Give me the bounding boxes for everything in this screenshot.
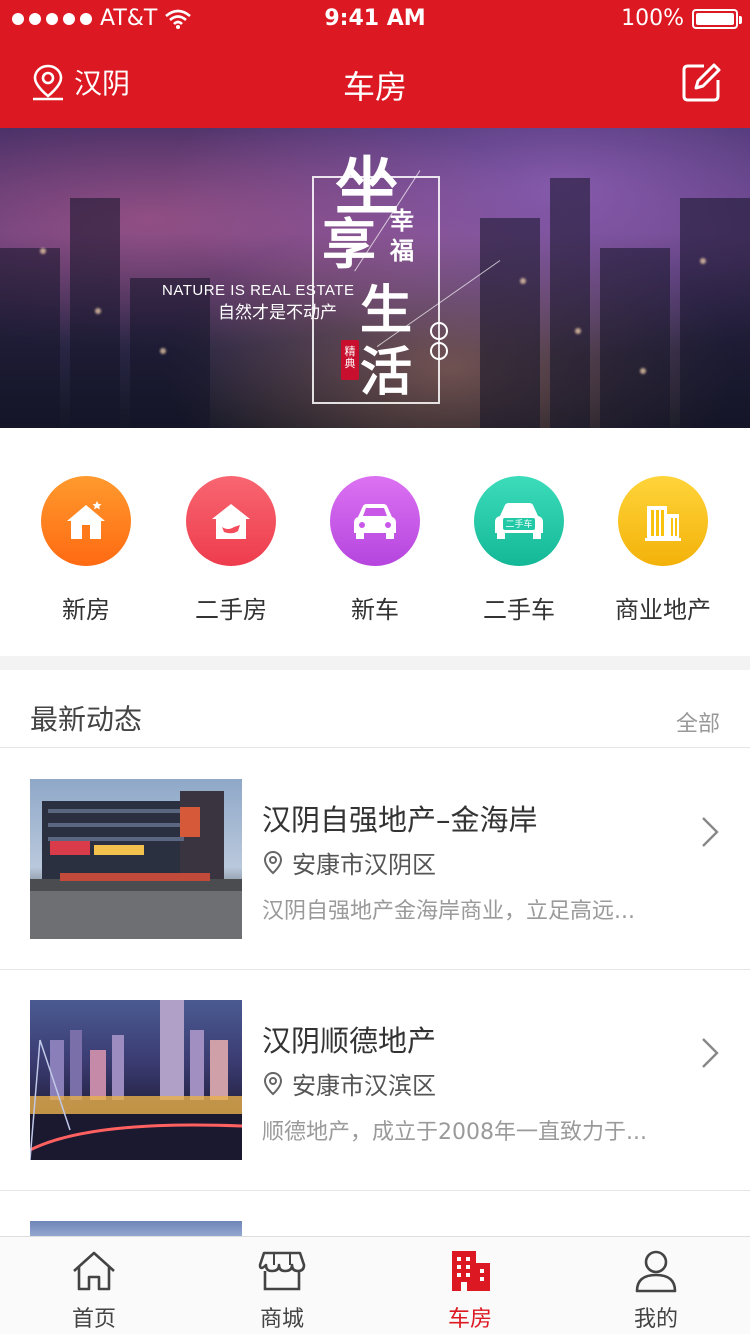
item-description: 汉阴自强地产金海岸商业，立足高远...	[262, 899, 635, 924]
list-item[interactable]: 汉阴顺德地产 安康市汉滨区 顺德地产，成立于2008年一直致力于...	[0, 970, 750, 1191]
category-used-car[interactable]: 二手车 二手车	[447, 476, 591, 625]
battery-icon	[692, 8, 742, 29]
banner-small-text: 幸福	[390, 206, 414, 265]
category-icon-bg	[41, 476, 131, 566]
news-section-header: 最新动态 全部	[0, 670, 750, 748]
category-label: 二手车	[483, 596, 555, 624]
car-icon	[354, 504, 396, 539]
nav-bar: 汉阴 车房	[0, 40, 750, 128]
tab-label: 车房	[447, 1307, 492, 1332]
category-icon-bg	[330, 476, 420, 566]
view-all-link[interactable]: 全部	[676, 706, 720, 738]
tab-label: 商城	[259, 1307, 304, 1332]
banner-chinese-slogan: 自然才是不动产	[218, 303, 337, 322]
item-location: 安康市汉滨区	[262, 1066, 436, 1101]
item-location: 安康市汉阴区	[262, 845, 436, 880]
banner-english-slogan: NATURE IS REAL ESTATE	[162, 282, 355, 299]
item-location-text: 安康市汉滨区	[292, 1072, 436, 1100]
banner-seal: 精典	[341, 340, 359, 380]
battery-percent: 100%	[621, 6, 684, 31]
category-new-house[interactable]: 新房	[14, 476, 158, 625]
shop-icon	[258, 1251, 306, 1291]
decor-circle-icon	[430, 322, 448, 340]
category-label: 新车	[351, 596, 399, 624]
banner-char-4: 活	[360, 342, 413, 403]
chevron-right-icon	[702, 1038, 719, 1068]
item-description: 顺德地产，成立于2008年一直致力于...	[262, 1120, 647, 1145]
category-icon-bg	[186, 476, 276, 566]
category-icon-bg	[618, 476, 708, 566]
section-title: 最新动态	[30, 703, 143, 736]
item-title: 汉阴自强地产–金海岸	[262, 803, 538, 837]
top-bar: AT&T 9:41 AM 100% 汉阴 车房	[0, 0, 750, 128]
tab-bar: 首页 商城 车房 我的	[0, 1236, 750, 1334]
decor-circle-icon	[430, 342, 448, 360]
page-title: 车房	[342, 68, 407, 106]
edit-icon[interactable]	[680, 62, 722, 104]
category-icon-bg: 二手车	[474, 476, 564, 566]
tab-profile[interactable]: 我的	[562, 1249, 750, 1333]
category-label: 商业地产	[615, 596, 711, 624]
home-icon	[73, 1251, 115, 1291]
category-new-car[interactable]: 新车	[303, 476, 447, 625]
item-thumbnail	[30, 1000, 242, 1160]
item-title: 汉阴顺德地产	[262, 1024, 437, 1058]
house-star-icon	[67, 501, 105, 539]
battery-status: 100%	[621, 6, 742, 31]
user-icon	[635, 1250, 677, 1293]
category-label: 二手房	[195, 596, 267, 624]
building-icon	[452, 1251, 490, 1291]
building-icon	[645, 506, 681, 541]
status-bar: AT&T 9:41 AM 100%	[0, 0, 750, 40]
tab-shop[interactable]: 商城	[188, 1249, 376, 1333]
category-second-hand-house[interactable]: 二手房	[159, 476, 303, 625]
tab-label: 我的	[633, 1307, 678, 1332]
category-commercial[interactable]: 商业地产	[591, 476, 735, 625]
house-hand-icon	[212, 504, 250, 539]
category-label: 新房	[62, 596, 110, 624]
chevron-right-icon	[702, 817, 719, 847]
location-pin-icon	[263, 1071, 283, 1095]
list-item[interactable]: 汉阴自强地产–金海岸 安康市汉阴区 汉阴自强地产金海岸商业，立足高远...	[0, 749, 750, 970]
used-car-icon: 二手车	[495, 503, 543, 539]
section-divider	[0, 656, 750, 670]
tab-car-house[interactable]: 车房	[376, 1249, 564, 1333]
tab-label: 首页	[71, 1307, 116, 1332]
tab-home[interactable]: 首页	[0, 1249, 188, 1333]
location-pin-icon	[263, 850, 283, 874]
used-car-badge: 二手车	[505, 518, 532, 530]
item-location-text: 安康市汉阴区	[292, 851, 436, 879]
item-thumbnail	[30, 779, 242, 939]
category-grid: 新房 二手房 新车 二手车 二手车 商业地产	[0, 428, 750, 656]
